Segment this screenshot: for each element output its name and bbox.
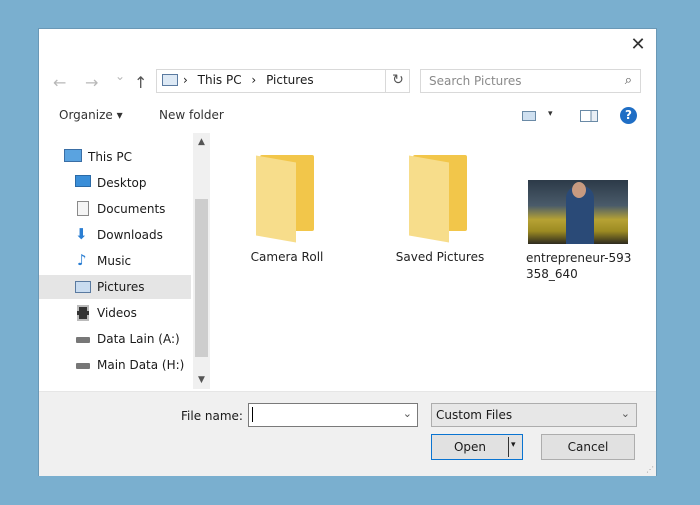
- resize-grip-icon[interactable]: ⋰: [646, 465, 654, 474]
- sidebar-item-data-lain[interactable]: Data Lain (A:): [39, 327, 191, 351]
- open-options-arrow[interactable]: ▾: [511, 440, 516, 450]
- sidebar-item-this-pc[interactable]: This PC: [39, 145, 191, 169]
- help-icon[interactable]: ?: [620, 107, 637, 124]
- sidebar-item-label: Pictures: [97, 280, 145, 294]
- chevron-down-icon: ⌄: [620, 407, 630, 420]
- sidebar-item-label: Music: [97, 254, 132, 268]
- preview-pane-icon[interactable]: [580, 110, 598, 122]
- sidebar-item-label: Desktop: [97, 176, 147, 190]
- scroll-up-button[interactable]: ▲: [193, 137, 210, 147]
- folder-item-saved-pictures[interactable]: Saved Pictures: [385, 153, 495, 265]
- desktop-icon: [75, 175, 91, 187]
- breadcrumb-pictures[interactable]: Pictures: [266, 73, 314, 87]
- breadcrumb-separator: ›: [251, 73, 257, 87]
- downloads-icon: ⬇: [75, 225, 88, 243]
- back-button[interactable]: ←: [53, 73, 66, 92]
- computer-icon: [64, 149, 82, 162]
- music-icon: ♪: [77, 251, 87, 269]
- chevron-down-icon[interactable]: ⌄: [403, 407, 412, 420]
- sidebar-item-main-data[interactable]: Main Data (H:): [39, 353, 191, 377]
- sidebar-item-music[interactable]: ♪ Music: [39, 249, 191, 273]
- forward-button[interactable]: →: [85, 73, 98, 92]
- view-options-arrow[interactable]: ▾: [548, 109, 553, 119]
- sidebar-item-label: Data Lain (A:): [97, 332, 180, 346]
- file-name: Saved Pictures: [395, 250, 485, 264]
- sidebar-item-pictures[interactable]: Pictures: [39, 275, 191, 299]
- toolbar: Organize ▾ New folder ▾ ?: [39, 101, 656, 131]
- file-name-input[interactable]: ⌄: [248, 403, 418, 427]
- folder-icon: [409, 153, 471, 243]
- up-button[interactable]: ↑: [134, 73, 147, 92]
- sidebar-item-label: This PC: [88, 150, 132, 164]
- split-divider: [508, 437, 509, 457]
- search-input[interactable]: Search Pictures: [429, 74, 522, 88]
- address-bar[interactable]: › This PC › Pictures: [156, 69, 410, 93]
- open-button-label: Open: [453, 440, 487, 454]
- file-type-value: Custom Files: [436, 408, 513, 422]
- file-name: Camera Roll: [250, 250, 324, 264]
- folder-icon: [256, 153, 318, 243]
- folder-item-camera-roll[interactable]: Camera Roll: [232, 153, 342, 265]
- search-icon: ⌕: [624, 73, 632, 88]
- file-type-select[interactable]: Custom Files ⌄: [431, 403, 637, 427]
- recent-locations-button[interactable]: ⌄: [115, 69, 125, 83]
- navigation-pane: This PC Desktop Documents ⬇ Downloads ♪ …: [39, 133, 211, 389]
- file-open-dialog: ✕ ← → ⌄ ↑ › This PC › Pictures ↻ Search …: [39, 29, 656, 476]
- sidebar-item-documents[interactable]: Documents: [39, 197, 191, 221]
- cancel-button[interactable]: Cancel: [541, 434, 635, 460]
- breadcrumb-separator: ›: [183, 73, 188, 87]
- sidebar-item-label: Downloads: [97, 228, 163, 242]
- sidebar-item-label: Documents: [97, 202, 166, 216]
- breadcrumb: › This PC › Pictures: [183, 73, 320, 87]
- drive-icon: [76, 337, 90, 343]
- pictures-icon: [75, 281, 91, 293]
- sidebar-scrollbar[interactable]: ▲ ▼: [193, 133, 210, 389]
- search-box[interactable]: Search Pictures ⌕: [420, 69, 641, 93]
- drive-icon: [76, 363, 90, 369]
- sidebar-item-label: Videos: [97, 306, 137, 320]
- breadcrumb-this-pc[interactable]: This PC: [198, 73, 242, 87]
- documents-icon: [77, 201, 89, 216]
- open-button[interactable]: Open ▾: [431, 434, 523, 460]
- new-folder-button[interactable]: New folder: [159, 108, 224, 122]
- file-name: entrepreneur-593 358_640: [526, 251, 632, 281]
- scroll-down-button[interactable]: ▼: [193, 375, 210, 385]
- sidebar-item-videos[interactable]: Videos: [39, 301, 191, 325]
- sidebar-item-downloads[interactable]: ⬇ Downloads: [39, 223, 191, 247]
- organize-button[interactable]: Organize ▾: [59, 108, 123, 122]
- image-item-entrepreneur[interactable]: entrepreneur-593 358_640: [522, 180, 634, 282]
- image-thumbnail: [528, 180, 628, 244]
- dialog-footer: File name: ⌄ Custom Files ⌄ Open ▾ Cance…: [39, 391, 656, 476]
- computer-icon: [162, 74, 178, 86]
- sidebar-item-desktop[interactable]: Desktop: [39, 171, 191, 195]
- close-button[interactable]: ✕: [628, 35, 648, 55]
- sidebar-item-label: Main Data (H:): [97, 358, 185, 372]
- refresh-button[interactable]: ↻: [385, 69, 410, 93]
- videos-icon: [77, 305, 89, 321]
- view-icon[interactable]: [522, 111, 536, 121]
- text-caret: [252, 407, 253, 422]
- file-name-label: File name:: [181, 409, 243, 423]
- scrollbar-thumb[interactable]: [195, 199, 208, 357]
